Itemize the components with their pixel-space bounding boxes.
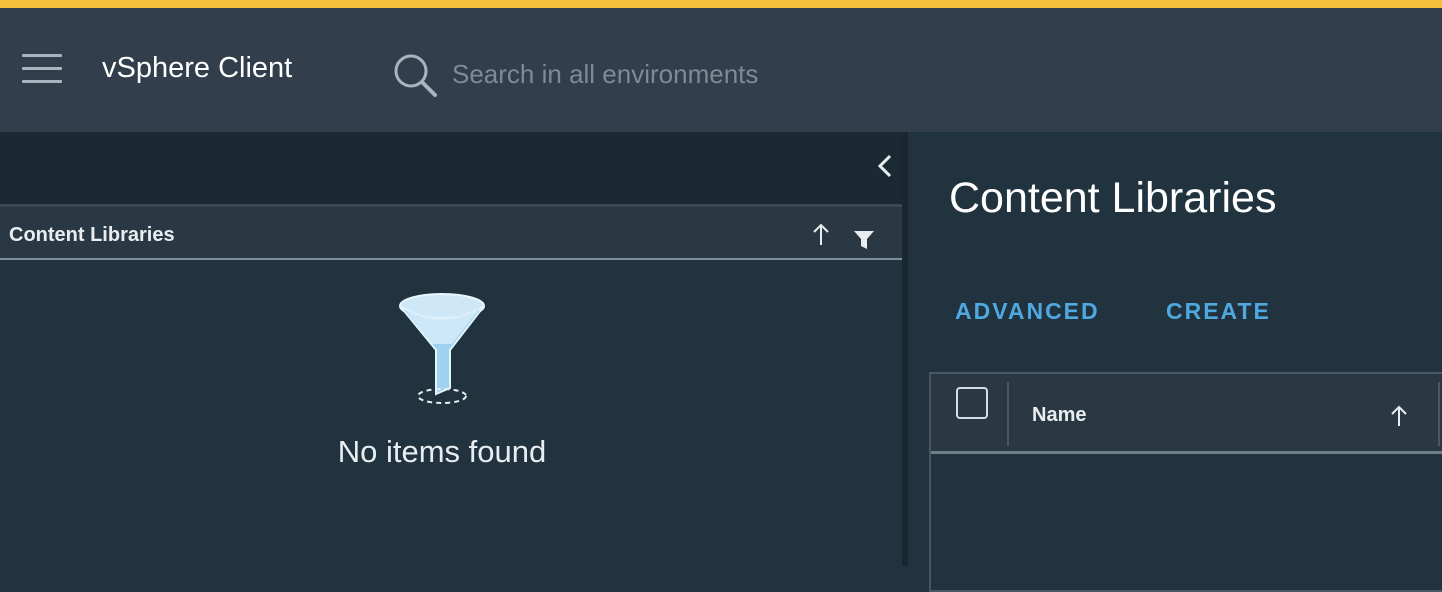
content-libraries-grid: Name: [929, 372, 1442, 592]
left-panel-header: Content Libraries: [0, 204, 902, 260]
main-pane: Content Libraries ADVANCED CREATE Name: [908, 132, 1442, 592]
arrow-up-icon[interactable]: [1386, 402, 1412, 430]
grid-header: Name: [931, 374, 1442, 454]
create-button[interactable]: CREATE: [1166, 298, 1271, 325]
top-accent-stripe: [0, 0, 1442, 8]
page-title: Content Libraries: [949, 174, 1277, 222]
chevron-left-icon[interactable]: [872, 150, 900, 182]
app-title: vSphere Client: [102, 52, 293, 84]
select-all-checkbox[interactable]: [956, 387, 988, 419]
funnel-illustration: [399, 293, 485, 404]
left-panel-toolbar: [0, 132, 902, 204]
app-header: vSphere Client: [0, 8, 1442, 132]
empty-state: No items found: [0, 260, 902, 566]
column-separator[interactable]: [1438, 382, 1440, 446]
left-panel-title: Content Libraries: [9, 224, 175, 246]
advanced-button[interactable]: ADVANCED: [955, 298, 1100, 325]
arrow-up-icon[interactable]: [808, 219, 834, 249]
column-separator: [1007, 382, 1009, 446]
column-header-name[interactable]: Name: [1032, 404, 1086, 427]
global-search-input[interactable]: [452, 52, 1152, 96]
hamburger-menu-icon[interactable]: [22, 54, 64, 86]
empty-state-message: No items found: [337, 434, 547, 469]
search-icon: [394, 54, 437, 97]
left-panel: Content Libraries No items found: [0, 132, 902, 566]
filter-icon[interactable]: [852, 229, 876, 251]
